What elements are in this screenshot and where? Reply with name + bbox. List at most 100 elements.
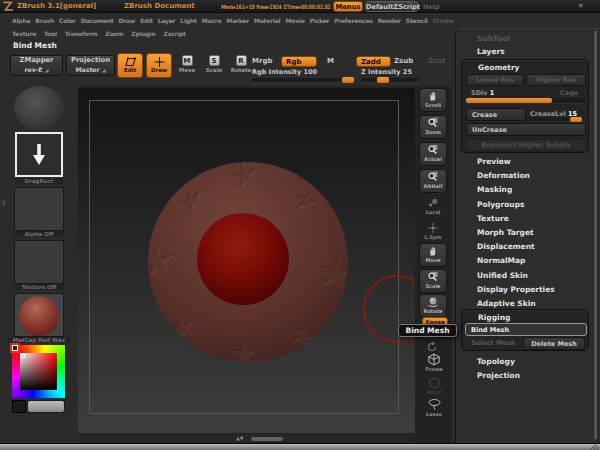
layers-section[interactable]: Layers xyxy=(477,47,505,56)
tool-preview[interactable] xyxy=(14,86,64,130)
select-mesh-button[interactable]: Select Mesh xyxy=(471,339,515,347)
scroll-arrows[interactable]: ▲▼ xyxy=(236,435,244,441)
shelf-local-button[interactable]: Local xyxy=(419,197,447,215)
document-canvas[interactable]: ★★★★★★★★ xyxy=(78,88,415,433)
menu-brush[interactable]: Brush xyxy=(35,17,54,24)
shelf-move-button[interactable]: Move xyxy=(419,243,447,267)
subtool-section[interactable]: SubTool xyxy=(477,34,510,43)
delete-mesh-button[interactable]: Delete Mesh xyxy=(523,337,585,350)
menus-button[interactable]: Menus xyxy=(333,1,363,12)
scale-button[interactable]: S Scale xyxy=(202,55,226,73)
secondary-color-swatch[interactable] xyxy=(12,400,26,413)
reproject-button[interactable]: Reproject Higher Subdiv xyxy=(466,139,586,151)
geometry-title[interactable]: Geometry xyxy=(478,63,519,72)
rotate-button[interactable]: R Rotate xyxy=(229,55,253,73)
menu-edit[interactable]: Edit xyxy=(140,17,153,24)
edit-button[interactable]: Edit xyxy=(117,53,143,78)
creaselvl-thumb[interactable] xyxy=(570,117,582,122)
panel-item-polygroups[interactable]: Polygroups xyxy=(477,200,555,214)
close-icon[interactable]: ✕ xyxy=(578,2,584,10)
menu-stroke[interactable]: Stroke xyxy=(433,17,454,24)
panel-item-preview[interactable]: Preview xyxy=(477,157,555,171)
color-picker[interactable] xyxy=(12,345,65,398)
help-button[interactable]: Help xyxy=(423,3,440,11)
color-sv-square[interactable] xyxy=(20,353,57,390)
panel-item-displacement[interactable]: Displacement xyxy=(477,242,555,256)
menu-preferences[interactable]: Preferences xyxy=(334,17,372,24)
panel-item-topology[interactable]: Topology xyxy=(477,357,520,371)
scrollbar-thumb[interactable] xyxy=(251,437,283,441)
shelf-label: Zoom xyxy=(425,129,441,135)
rgb-intensity-slider[interactable] xyxy=(252,78,353,82)
panel-item-unified-skin[interactable]: Unified Skin xyxy=(477,271,555,285)
zcut-button[interactable]: Zcut xyxy=(428,57,446,65)
zadd-button[interactable]: Zadd xyxy=(356,56,391,67)
rgb-button[interactable]: Rgb xyxy=(281,56,317,67)
z-intensity-slider[interactable] xyxy=(361,78,419,82)
menu-stencil[interactable]: Stencil xyxy=(406,17,428,24)
lasso-button[interactable]: Lasso xyxy=(420,398,448,417)
mrgb-button[interactable]: Mrgb xyxy=(252,57,272,65)
menu-zscript[interactable]: Zscript xyxy=(164,30,186,37)
menu-render[interactable]: Render xyxy=(378,17,401,24)
spin-icon[interactable] xyxy=(426,341,438,353)
panel-item-texture[interactable]: Texture xyxy=(477,214,555,228)
shelf-actual-button[interactable]: Actual xyxy=(419,142,447,166)
alpha-thumbnail[interactable] xyxy=(14,187,64,231)
menu-tool[interactable]: Tool xyxy=(44,30,57,37)
menu-material[interactable]: Material xyxy=(254,17,280,24)
panel-item-projection[interactable]: Projection xyxy=(477,371,520,385)
crease-button[interactable]: Crease xyxy=(466,108,526,121)
m-button[interactable]: M xyxy=(327,57,334,65)
zmapper-button[interactable]: ZMapper rev-E ◢ xyxy=(10,55,63,76)
panel-item-display-properties[interactable]: Display Properties xyxy=(477,285,555,299)
tray-divider-handle[interactable] xyxy=(0,198,6,208)
lower-res-button[interactable]: Lower Res xyxy=(466,74,524,86)
menu-transform[interactable]: Transform xyxy=(65,30,97,37)
rigging-title[interactable]: Rigging xyxy=(478,313,510,322)
menu-document[interactable]: Document xyxy=(81,17,114,24)
texture-thumbnail[interactable] xyxy=(14,240,64,284)
stroke-thumbnail[interactable] xyxy=(15,132,63,177)
shelf-aahalf-button[interactable]: AAHalf xyxy=(419,169,447,193)
frame-button[interactable]: Frame xyxy=(420,353,448,372)
bind-mesh-button[interactable]: Bind Mesh xyxy=(465,323,587,336)
uncrease-button[interactable]: UnCrease xyxy=(466,123,586,136)
left-tray: DragRect Alpha Off Texture Off MatCap Re… xyxy=(0,86,77,443)
menu-draw[interactable]: Draw xyxy=(118,17,135,24)
menu-zoom[interactable]: Zoom xyxy=(105,30,123,37)
shelf-zoom-button[interactable]: Zoom xyxy=(419,115,447,139)
higher-res-button[interactable]: Higher Res xyxy=(526,74,586,86)
resize-grip[interactable] xyxy=(589,444,599,450)
switch-color-bar[interactable] xyxy=(27,400,65,413)
menu-color[interactable]: Color xyxy=(59,17,76,24)
panel-scrollbar[interactable] xyxy=(594,31,597,439)
menu-zplugin[interactable]: Zplugin xyxy=(131,30,155,37)
menu-layer[interactable]: Layer xyxy=(158,17,176,24)
menu-marker[interactable]: Marker xyxy=(226,17,249,24)
menu-movie[interactable]: Movie xyxy=(285,17,304,24)
shelf-rotate-button[interactable]: Rotate xyxy=(419,294,447,318)
zsub-button[interactable]: Zsub xyxy=(394,57,413,65)
menu-light[interactable]: Light xyxy=(180,17,196,24)
menu-picker[interactable]: Picker xyxy=(310,17,330,24)
rgb-intensity-thumb[interactable] xyxy=(342,77,354,83)
draw-button[interactable]: Draw xyxy=(146,53,172,78)
panel-item-deformation[interactable]: Deformation xyxy=(477,171,555,185)
polyf-button[interactable]: Polyf xyxy=(420,377,448,395)
menu-macro[interactable]: Macro xyxy=(202,17,222,24)
menu-texture[interactable]: Texture xyxy=(12,30,36,37)
menu-alpha[interactable]: Alpha xyxy=(12,17,30,24)
move-button[interactable]: M Move xyxy=(175,55,199,73)
material-thumbnail[interactable] xyxy=(14,293,64,337)
shelf-scroll-button[interactable]: Scroll xyxy=(419,88,447,112)
default-zscript-button[interactable]: DefaultZScript xyxy=(365,1,418,12)
projection-master-button[interactable]: Projection Master ◢ xyxy=(66,55,115,76)
z-intensity-thumb[interactable] xyxy=(377,77,389,83)
panel-item-normalmap[interactable]: NormalMap xyxy=(477,256,555,270)
shelf-lsym-button[interactable]: L.Sym xyxy=(419,222,447,240)
shelf-scale-button[interactable]: Scale xyxy=(419,269,447,293)
panel-item-morph-target[interactable]: Morph Target xyxy=(477,228,555,242)
sdiv-slider[interactable] xyxy=(466,98,586,103)
panel-item-masking[interactable]: Masking xyxy=(477,185,555,199)
